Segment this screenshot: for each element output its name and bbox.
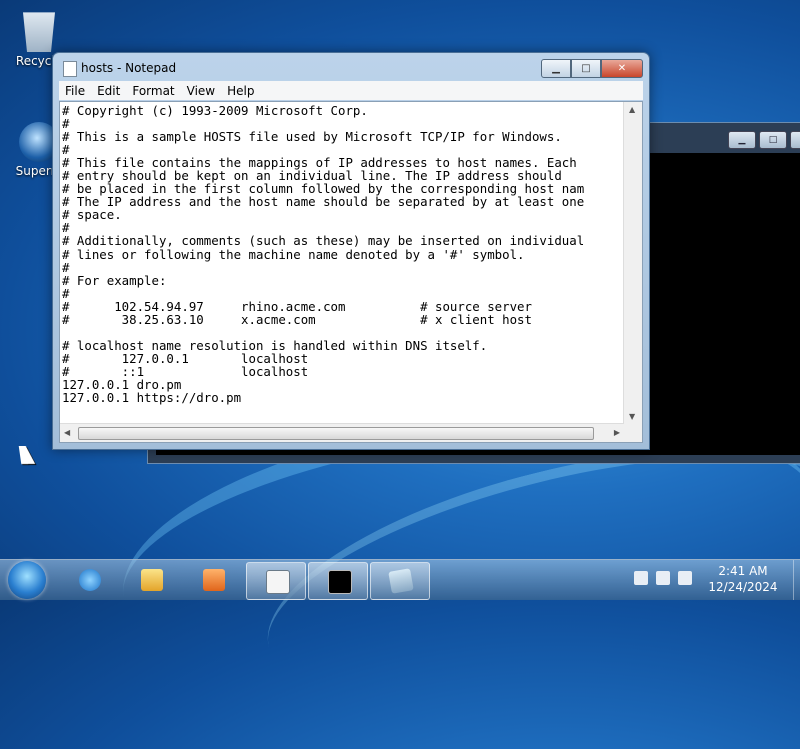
menu-file[interactable]: File — [59, 84, 91, 98]
window-title: hosts - Notepad — [81, 61, 177, 75]
notepad-window[interactable]: hosts - Notepad ▁ □ ✕ File Edit Format V… — [52, 52, 650, 450]
internet-explorer-icon — [79, 569, 101, 591]
scroll-left-arrow-icon[interactable]: ◀ — [64, 428, 70, 437]
scroll-down-arrow-icon[interactable]: ▼ — [629, 412, 635, 421]
minimize-button[interactable]: ▁ — [541, 59, 571, 78]
minimize-button[interactable]: ▁ — [728, 131, 756, 149]
scroll-corner — [624, 424, 642, 442]
horizontal-scroll-thumb[interactable] — [78, 427, 594, 440]
title-bar[interactable]: hosts - Notepad ▁ □ ✕ — [53, 53, 649, 83]
close-button[interactable]: ✕ — [790, 131, 800, 149]
cmd-icon — [328, 570, 352, 594]
menu-help[interactable]: Help — [221, 84, 260, 98]
system-tray — [634, 571, 692, 585]
menu-bar: File Edit Format View Help — [59, 81, 643, 100]
volume-muted-icon[interactable] — [678, 571, 692, 585]
notepad-icon[interactable] — [63, 61, 77, 77]
flag-icon[interactable] — [634, 571, 648, 585]
notepad-icon — [266, 570, 290, 594]
horizontal-scrollbar[interactable]: ◀ ▶ — [60, 423, 624, 442]
app-icon — [388, 568, 414, 594]
taskbar-windows-explorer[interactable] — [122, 562, 180, 598]
folder-icon — [141, 569, 163, 591]
maximize-button[interactable]: □ — [571, 59, 601, 78]
taskbar-media-player[interactable] — [184, 562, 242, 598]
menu-edit[interactable]: Edit — [91, 84, 126, 98]
close-button[interactable]: ✕ — [601, 59, 643, 78]
vertical-scrollbar[interactable]: ▲ ▼ — [623, 102, 642, 424]
maximize-button[interactable]: □ — [759, 131, 787, 149]
start-button[interactable] — [8, 561, 46, 599]
network-icon[interactable] — [656, 571, 670, 585]
taskbar-command-prompt[interactable] — [308, 562, 368, 600]
text-editor-area[interactable]: # Copyright (c) 1993-2009 Microsoft Corp… — [59, 101, 643, 443]
scroll-up-arrow-icon[interactable]: ▲ — [629, 105, 635, 114]
media-player-icon — [203, 569, 225, 591]
mouse-pointer-icon — [18, 446, 36, 464]
show-desktop-button[interactable] — [793, 560, 800, 600]
editor-text[interactable]: # Copyright (c) 1993-2009 Microsoft Corp… — [62, 104, 622, 420]
scroll-right-arrow-icon[interactable]: ▶ — [614, 428, 620, 437]
taskbar-internet-explorer[interactable] — [60, 562, 118, 598]
taskbar: 2:41 AM 12/24/2024 — [0, 559, 800, 600]
taskbar-clock[interactable]: 2:41 AM 12/24/2024 — [694, 563, 792, 595]
taskbar-notepad[interactable] — [246, 562, 306, 600]
taskbar-other-app[interactable] — [370, 562, 430, 600]
menu-view[interactable]: View — [181, 84, 221, 98]
recycle-bin-icon — [23, 12, 55, 52]
clock-time: 2:41 AM — [718, 564, 768, 578]
menu-format[interactable]: Format — [126, 84, 180, 98]
clock-date: 12/24/2024 — [708, 580, 778, 594]
